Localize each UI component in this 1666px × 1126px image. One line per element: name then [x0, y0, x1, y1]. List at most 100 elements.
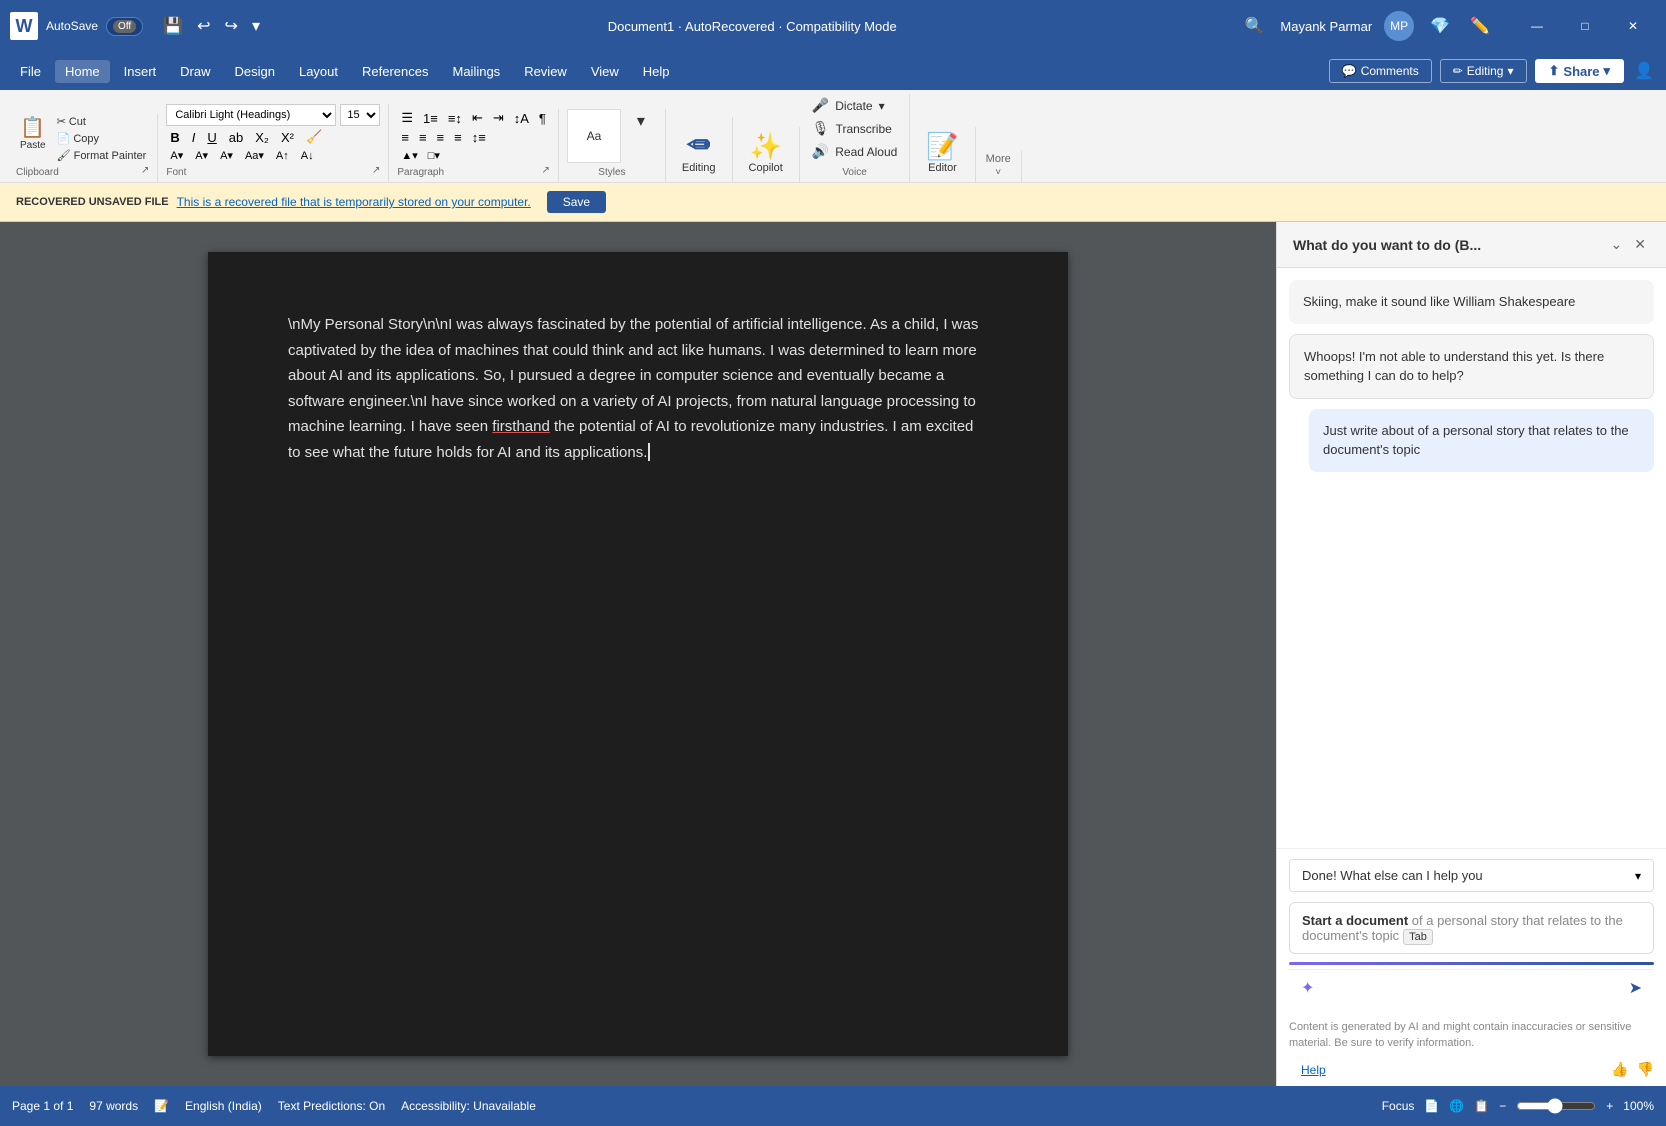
save-btn[interactable]: Save — [547, 191, 606, 213]
word-count[interactable]: 97 words — [89, 1099, 138, 1113]
justify-btn[interactable]: ≡ — [450, 129, 466, 146]
clipboard-expand-btn[interactable]: ↗ — [141, 165, 149, 176]
send-btn[interactable]: ➤ — [1629, 978, 1642, 998]
subscript-btn[interactable]: X₂ — [251, 129, 273, 146]
menu-file[interactable]: File — [10, 60, 51, 83]
font-face-select[interactable]: Calibri Light (Headings) — [166, 104, 336, 126]
copilot-btn[interactable]: ✨ Copilot — [741, 127, 791, 178]
font-size-select[interactable]: 15 — [340, 104, 380, 126]
zoom-in-btn[interactable]: + — [1606, 1099, 1613, 1113]
spelling-icon[interactable]: 📝 — [154, 1099, 169, 1113]
copilot-close-btn[interactable]: ✕ — [1630, 234, 1650, 255]
dictate-btn[interactable]: 🎤 Dictate ▾ — [808, 94, 902, 117]
save-icon[interactable]: 💾 — [159, 14, 187, 38]
focus-btn[interactable]: Focus — [1382, 1099, 1415, 1113]
align-center-btn[interactable]: ≡ — [415, 129, 431, 146]
transcribe-btn[interactable]: 🎙 Transcribe — [808, 117, 902, 140]
search-icon[interactable]: 🔍 — [1240, 14, 1268, 38]
thumbs-up-btn[interactable]: 👍 — [1611, 1061, 1628, 1078]
doc-page[interactable]: \nMy Personal Story\n\nI was always fasc… — [208, 252, 1068, 1056]
styles-expand-btn[interactable]: ▾ — [625, 109, 657, 133]
pen-icon[interactable]: ✏️ — [1466, 14, 1494, 38]
font-color-btn[interactable]: A▾ — [166, 148, 187, 163]
menu-mailings[interactable]: Mailings — [443, 60, 511, 83]
customize-btn[interactable]: ▾ — [248, 14, 264, 38]
share-btn[interactable]: ⬆ Share ▾ — [1535, 59, 1625, 83]
menu-review[interactable]: Review — [514, 60, 577, 83]
format-painter-btn[interactable]: 🖌 Format Painter — [54, 148, 150, 163]
read-aloud-btn[interactable]: 🔊 Read Aloud — [808, 140, 902, 163]
zoom-level[interactable]: 100% — [1623, 1099, 1654, 1113]
close-btn[interactable]: ✕ — [1610, 10, 1656, 42]
menu-help[interactable]: Help — [633, 60, 680, 83]
menu-design[interactable]: Design — [225, 60, 285, 83]
more-btn[interactable]: More — [984, 151, 1013, 167]
copilot-collapse-btn[interactable]: ⌄ — [1607, 234, 1627, 255]
strikethrough-btn[interactable]: ab — [225, 129, 247, 146]
copy-btn[interactable]: 📄 Copy — [54, 131, 150, 146]
clear-format-btn[interactable]: 🧹 — [302, 128, 326, 146]
ribbon-expand-btn[interactable]: ˅ — [995, 167, 1001, 178]
show-para-btn[interactable]: ¶ — [535, 110, 550, 127]
editing-mode-btn[interactable]: ✏ Editing ▾ — [1440, 59, 1527, 83]
grow-font-btn[interactable]: A↑ — [272, 149, 293, 163]
suggestion-box[interactable]: Start a document of a personal story tha… — [1289, 902, 1654, 954]
copilot-messages[interactable]: Skiing, make it sound like William Shake… — [1277, 268, 1666, 848]
styles-btn[interactable]: Aa — [567, 109, 621, 163]
menu-draw[interactable]: Draw — [170, 60, 220, 83]
ribbon-icon[interactable]: 💎 — [1426, 14, 1454, 38]
accessibility[interactable]: Accessibility: Unavailable — [401, 1099, 536, 1113]
redo-btn[interactable]: ↪ — [221, 14, 242, 38]
minimize-btn[interactable]: — — [1514, 10, 1560, 42]
view-web-btn[interactable]: 🌐 — [1449, 1099, 1464, 1113]
undo-btn[interactable]: ↩ — [193, 14, 214, 38]
decrease-indent-btn[interactable]: ⇤ — [468, 109, 487, 127]
text-predictions[interactable]: Text Predictions: On — [278, 1099, 385, 1113]
font-expand-btn[interactable]: ↗ — [372, 165, 380, 176]
thumbs-down-btn[interactable]: 👎 — [1637, 1061, 1654, 1078]
menu-references[interactable]: References — [352, 60, 438, 83]
cut-btn[interactable]: ✂ Cut — [54, 114, 150, 129]
user-avatar[interactable]: MP — [1384, 11, 1414, 41]
border-btn[interactable]: □▾ — [424, 148, 444, 163]
help-link[interactable]: Help — [1301, 1063, 1326, 1077]
view-normal-btn[interactable]: 📄 — [1424, 1099, 1439, 1113]
line-spacing-btn[interactable]: ↕≡ — [468, 129, 490, 146]
align-left-btn[interactable]: ≡ — [397, 129, 413, 146]
comments-btn[interactable]: 💬 Comments — [1329, 59, 1432, 83]
zoom-slider[interactable] — [1516, 1098, 1596, 1114]
recovery-text[interactable]: This is a recovered file that is tempora… — [177, 195, 531, 209]
view-outline-btn[interactable]: 📋 — [1474, 1099, 1489, 1113]
text-color-btn[interactable]: A▾ — [216, 148, 237, 163]
zoom-out-btn[interactable]: − — [1499, 1099, 1506, 1113]
doc-area[interactable]: \nMy Personal Story\n\nI was always fasc… — [0, 222, 1276, 1086]
maximize-btn[interactable]: □ — [1562, 10, 1608, 42]
menu-layout[interactable]: Layout — [289, 60, 348, 83]
menu-insert[interactable]: Insert — [114, 60, 167, 83]
page-info[interactable]: Page 1 of 1 — [12, 1099, 73, 1113]
font-case-btn[interactable]: Aa▾ — [241, 148, 268, 163]
bullets-btn[interactable]: ☰ — [397, 109, 417, 127]
paste-btn[interactable]: 📋 Paste — [16, 114, 50, 153]
done-dropdown[interactable]: Done! What else can I help you ▾ — [1289, 859, 1654, 892]
shrink-font-btn[interactable]: A↓ — [297, 149, 318, 163]
copilot-input[interactable] — [1322, 981, 1620, 996]
paragraph-expand-btn[interactable]: ↗ — [542, 165, 550, 176]
menu-home[interactable]: Home — [55, 60, 110, 83]
superscript-btn[interactable]: X² — [277, 129, 298, 146]
shading-btn[interactable]: ▲▾ — [397, 148, 421, 163]
italic-btn[interactable]: I — [188, 129, 200, 146]
bold-btn[interactable]: B — [166, 129, 183, 146]
menu-view[interactable]: View — [581, 60, 629, 83]
numbering-btn[interactable]: 1≡ — [419, 110, 442, 127]
autosave-toggle[interactable]: Off — [106, 17, 143, 36]
multilevel-btn[interactable]: ≡↕ — [444, 110, 466, 127]
increase-indent-btn[interactable]: ⇥ — [489, 109, 508, 127]
editor-btn[interactable]: 📝 Editor — [918, 127, 966, 178]
profile-btn[interactable]: 👤 — [1632, 59, 1656, 83]
highlight-btn[interactable]: A▾ — [191, 148, 212, 163]
editing-btn[interactable]: ✏ Editing — [674, 117, 724, 178]
sort-btn[interactable]: ↕A — [510, 110, 533, 127]
underline-btn[interactable]: U — [203, 129, 220, 146]
language[interactable]: English (India) — [185, 1099, 262, 1113]
